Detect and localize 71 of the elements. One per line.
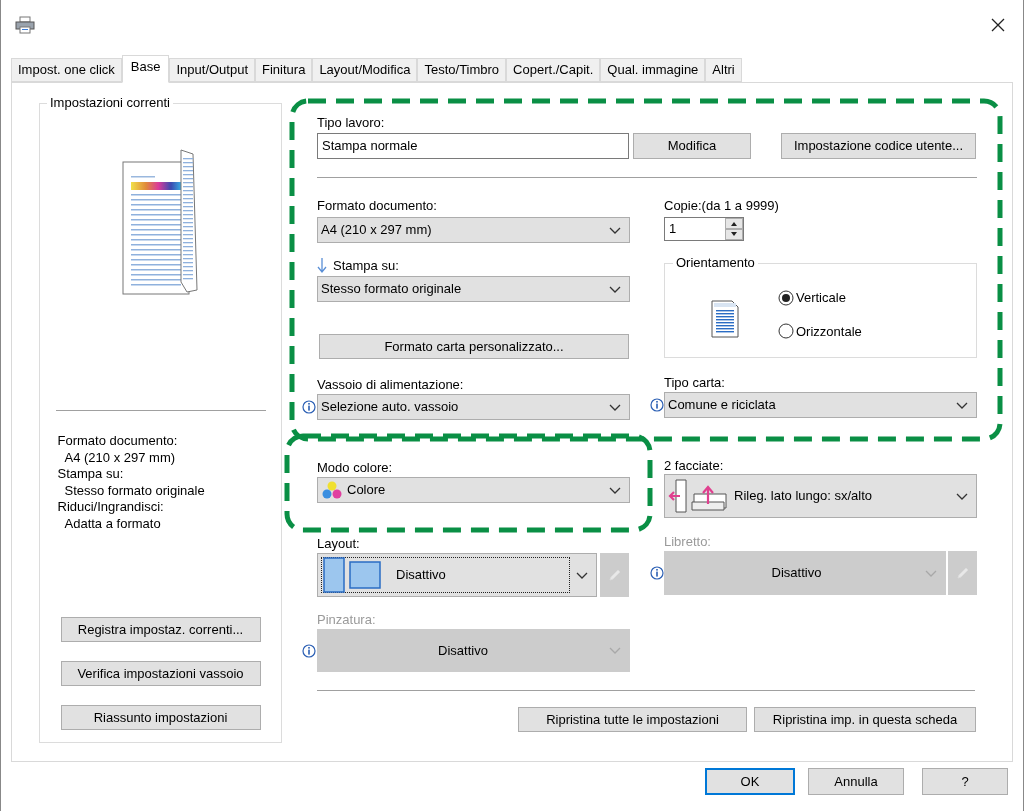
chevron-icon (609, 486, 621, 494)
spin-arrows-icon[interactable] (725, 218, 743, 240)
arrow-down-icon (317, 258, 327, 274)
chevron-icon (956, 401, 968, 409)
field-label: Modo colore: (317, 460, 393, 476)
button[interactable]: Ripristina imp. in questa scheda (754, 707, 976, 732)
group-title: Impostazioni correnti (47, 95, 173, 111)
radio-button[interactable] (778, 289, 794, 306)
radio-button[interactable] (778, 323, 794, 340)
summary-text: Stampa su: (56, 466, 124, 483)
button[interactable]: Impostazione codice utente... (781, 133, 976, 159)
field-label: Libretto: (664, 534, 711, 550)
field-label: Tipo lavoro: (317, 115, 385, 131)
summary-text: Stesso formato originale (63, 482, 205, 499)
chevron-icon (609, 285, 621, 293)
field-label: Formato documento: (317, 198, 437, 214)
printer-icon (15, 16, 35, 34)
tab[interactable]: Layout/Modifica (312, 58, 418, 82)
dropdown[interactable]: Colore (317, 477, 630, 503)
chevron-icon (609, 403, 621, 411)
duplex-icon (668, 478, 730, 514)
button[interactable]: Verifica impostazioni vassoio (60, 661, 261, 686)
field-label: Vassoio di alimentazione: (317, 377, 464, 393)
color-balls-icon (321, 480, 343, 500)
chevron-icon (956, 492, 968, 500)
dropdown[interactable]: Stesso formato originale (317, 276, 630, 302)
pencil-icon (955, 566, 970, 580)
radio-option[interactable]: Orizzontale (778, 321, 862, 341)
summary-text: Formato documento: (56, 433, 178, 450)
button[interactable]: Registra impostaz. correnti... (60, 617, 261, 642)
document-icon (710, 298, 740, 339)
tab[interactable]: Impost. one click (11, 58, 122, 82)
tab[interactable]: Input/Output (169, 58, 256, 82)
job-type-field[interactable]: Stampa normale (317, 133, 629, 159)
pencil-icon (607, 568, 622, 582)
dropdown[interactable]: Comune e riciclata (664, 392, 977, 418)
field-label: Copie:(da 1 a 9999) (664, 198, 779, 214)
copies-spinbox[interactable]: 1 (664, 217, 744, 241)
dialog-button[interactable]: Annulla (808, 768, 904, 795)
field-label: Tipo carta: (664, 375, 725, 391)
close-icon[interactable] (991, 18, 1005, 32)
dropdown[interactable]: Rileg. lato lungo: sx/alto (664, 474, 977, 518)
tab[interactable]: Copert./Capit. (506, 58, 601, 82)
chevron-icon (609, 647, 621, 654)
button[interactable]: Formato carta personalizzato... (319, 334, 629, 359)
tab[interactable]: Testo/Timbro (417, 58, 507, 82)
tab[interactable]: Altri (705, 58, 742, 82)
summary-text: Adatta a formato (63, 515, 161, 532)
dialog-button[interactable]: ? (922, 768, 1008, 795)
field-label: Layout: (317, 536, 360, 552)
dropdown[interactable]: A4 (210 x 297 mm) (317, 217, 630, 243)
field-label: Pinzatura: (317, 612, 376, 628)
tab[interactable]: Finitura (255, 58, 313, 82)
summary-text: A4 (210 x 297 mm) (63, 449, 176, 466)
button[interactable]: Modifica (633, 133, 751, 159)
dropdown[interactable]: Disattivo (317, 553, 597, 597)
button[interactable]: Ripristina tutte le impostazioni (518, 707, 747, 732)
button[interactable]: Riassunto impostazioni (60, 705, 261, 730)
field-label: Stampa su: (333, 258, 399, 274)
summary-text: Riduci/Ingrandisci: (56, 499, 164, 516)
dialog-button[interactable]: OK (705, 768, 795, 795)
dropdown[interactable]: Selezione auto. vassoio (317, 394, 630, 420)
chevron-icon (925, 569, 937, 577)
dropdown-value: Disattivo (396, 566, 446, 585)
field-label: 2 facciate: (664, 458, 724, 474)
radio-option[interactable]: Verticale (778, 288, 862, 308)
chevron-icon (609, 226, 621, 234)
tab[interactable]: Base (121, 55, 170, 83)
tab[interactable]: Qual. immagine (600, 58, 706, 82)
layout-icon (322, 556, 382, 594)
chevron-icon (576, 571, 588, 579)
